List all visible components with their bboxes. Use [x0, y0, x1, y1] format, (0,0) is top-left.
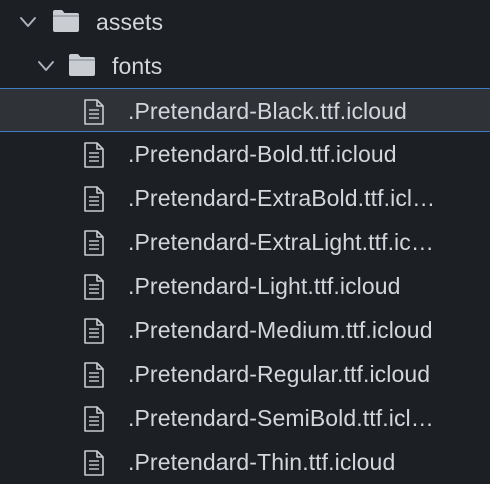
file-row[interactable]: .Pretendard-SemiBold.ttf.icl… — [0, 396, 490, 440]
file-row[interactable]: .Pretendard-ExtraBold.ttf.icl… — [0, 176, 490, 220]
folder-label-fonts: fonts — [112, 53, 163, 79]
file-row[interactable]: .Pretendard-ExtraLight.ttf.ic… — [0, 220, 490, 264]
file-explorer-tree: assets fonts .Pretendard-Black.ttf.iclou… — [0, 0, 490, 482]
file-label: .Pretendard-Thin.ttf.icloud — [128, 449, 396, 475]
file-icon — [84, 406, 104, 432]
chevron-down-icon[interactable] — [36, 56, 56, 76]
file-row[interactable]: .Pretendard-Black.ttf.icloud — [0, 88, 490, 132]
folder-icon — [69, 54, 95, 76]
file-icon — [84, 142, 104, 168]
file-icon — [84, 450, 104, 476]
file-row[interactable]: .Pretendard-Medium.ttf.icloud — [0, 308, 490, 352]
file-row[interactable]: .Pretendard-Regular.ttf.icloud — [0, 352, 490, 396]
folder-label-assets: assets — [96, 9, 164, 35]
file-row[interactable]: .Pretendard-Bold.ttf.icloud — [0, 132, 490, 176]
file-label: .Pretendard-Light.ttf.icloud — [128, 273, 401, 299]
file-icon — [84, 99, 104, 125]
folder-icon — [53, 10, 79, 32]
file-icon — [84, 318, 104, 344]
file-icon — [84, 274, 104, 300]
folder-row-assets[interactable]: assets — [0, 0, 490, 44]
file-icon — [84, 230, 104, 256]
file-label: .Pretendard-Black.ttf.icloud — [128, 98, 407, 124]
folder-row-fonts[interactable]: fonts — [0, 44, 490, 88]
chevron-down-icon[interactable] — [18, 12, 38, 32]
file-icon — [84, 186, 104, 212]
file-label: .Pretendard-Bold.ttf.icloud — [128, 141, 397, 167]
file-label: .Pretendard-SemiBold.ttf.icl… — [128, 405, 434, 431]
file-label: .Pretendard-ExtraLight.ttf.ic… — [128, 229, 434, 255]
file-label: .Pretendard-ExtraBold.ttf.icl… — [128, 185, 436, 211]
file-label: .Pretendard-Medium.ttf.icloud — [128, 317, 433, 343]
file-icon — [84, 362, 104, 388]
file-row[interactable]: .Pretendard-Light.ttf.icloud — [0, 264, 490, 308]
file-row[interactable]: .Pretendard-Thin.ttf.icloud — [0, 440, 490, 484]
file-label: .Pretendard-Regular.ttf.icloud — [128, 361, 431, 387]
